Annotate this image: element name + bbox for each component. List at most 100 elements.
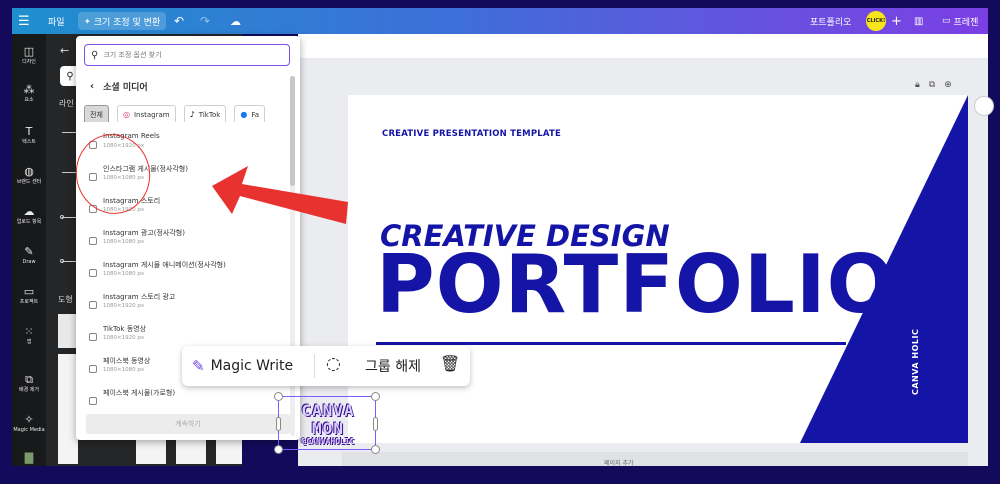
add-page-label: 페이지 추가 — [604, 460, 634, 467]
add-page-bar[interactable] — [342, 452, 968, 466]
facebook-icon: ● — [240, 110, 248, 119]
magic-write-button[interactable]: ✎ Magic Write — [192, 346, 293, 386]
elements-icon: ⁂ — [23, 83, 35, 96]
back-arrow-icon[interactable]: ← — [60, 44, 69, 57]
rail-item-magic-media[interactable]: ✧ Magic Media — [12, 414, 46, 434]
search-icon: ⚲ — [91, 49, 99, 61]
line-endpoint-icon — [60, 259, 64, 263]
logo-line-1: CANVA — [301, 401, 355, 420]
line-endpoint-icon — [60, 215, 64, 219]
magic-media-icon: ✧ — [24, 413, 34, 426]
list-item[interactable]: Instagram 스토리 광고 1080×1920 px — [88, 292, 288, 322]
avatar[interactable]: CLICK! — [866, 11, 886, 31]
instagram-icon: ◎ — [122, 110, 130, 119]
checkbox[interactable] — [89, 237, 97, 245]
refresh-icon[interactable] — [974, 96, 994, 116]
resize-handle[interactable] — [371, 445, 380, 454]
category-chips: 전체 ◎ Instagram ♪ TikTok ● Fa — [84, 102, 280, 122]
resize-button[interactable]: ✦ 크기 조정 및 변환 — [78, 12, 167, 30]
add-page-icon[interactable]: ⊕ — [944, 80, 952, 90]
side-handle[interactable] — [373, 417, 378, 431]
chip-tiktok[interactable]: ♪ TikTok — [183, 104, 227, 122]
cloud-upload-icon: ☁ — [23, 205, 35, 218]
divider-line[interactable] — [376, 342, 846, 345]
undo-icon[interactable]: ↶ — [174, 8, 184, 34]
scroll-thumb[interactable] — [290, 76, 295, 186]
rail-item-text[interactable]: T 텍스트 — [12, 126, 46, 146]
chip-all[interactable]: 전체 — [84, 105, 109, 122]
sparkle-icon: ✦ — [84, 16, 91, 26]
apps-icon: ⁙ — [24, 325, 34, 338]
lock-icon[interactable]: 🔒︎ — [915, 80, 920, 90]
present-icon: ▭ — [942, 16, 951, 26]
trash-icon[interactable]: 🗑︎ — [440, 354, 460, 373]
checkbox[interactable] — [89, 269, 97, 277]
toolbar-divider — [314, 354, 315, 378]
present-label: 프레젠 — [953, 17, 979, 28]
logo-line-2: MON — [312, 419, 344, 438]
resize-handle[interactable] — [371, 392, 380, 401]
list-item[interactable]: 페이스북 게시물(가로형) — [88, 388, 288, 406]
lines-heading: 라인 — [59, 99, 74, 108]
shapes-heading: 도형 — [58, 295, 73, 304]
section-title: 소셜 미디어 — [103, 83, 148, 93]
rail-item-apps[interactable]: ⁙ 앱 — [12, 326, 46, 346]
resize-label: 크기 조정 및 변환 — [93, 17, 161, 28]
checkbox[interactable] — [89, 397, 97, 405]
resize-handle[interactable] — [274, 392, 283, 401]
file-menu[interactable]: 파일 — [48, 8, 65, 34]
thumbnail-icon[interactable]: ▇ — [12, 452, 46, 465]
chip-facebook[interactable]: ● Fa — [234, 104, 266, 122]
vertical-brand-text[interactable]: CANVA HOLIC — [911, 329, 920, 395]
page-tools: 🔒︎ ⧉ ⊕ — [915, 80, 961, 90]
slide-canvas[interactable]: CREATIVE PRESENTATION TEMPLATE CREATIVE … — [348, 95, 968, 443]
slide-tagline[interactable]: CREATIVE PRESENTATION TEMPLATE — [382, 129, 561, 139]
add-member-icon[interactable]: + — [891, 8, 902, 34]
cloud-save-icon[interactable]: ☁ — [230, 8, 241, 34]
list-item[interactable]: Instagram 게시물 애니메이션(정사각형) 1080×1080 px — [88, 260, 288, 290]
ungroup-button[interactable]: 그룹 해제 — [365, 346, 421, 386]
resize-search-field[interactable]: ⚲ — [84, 44, 290, 66]
social-media-back[interactable]: ‹ 소셜 미디어 — [90, 80, 148, 93]
chevron-left-icon: ‹ — [90, 81, 95, 92]
insights-icon[interactable]: ▥ — [914, 8, 923, 34]
shape-option[interactable] — [58, 354, 78, 464]
add-comment-icon[interactable]: ◌ — [326, 354, 341, 374]
chip-instagram[interactable]: ◎ Instagram — [116, 104, 176, 122]
logo-line-3: @CANVAHOLIC — [301, 437, 355, 446]
checkbox[interactable] — [89, 365, 97, 373]
brand-icon: ◍ — [24, 165, 34, 178]
tiktok-icon: ♪ — [189, 110, 195, 119]
document-title[interactable]: 포트폴리오 — [810, 8, 851, 34]
context-toolbar — [298, 34, 988, 58]
checkbox[interactable] — [89, 333, 97, 341]
slide-title[interactable]: PORTFOLIO — [376, 243, 896, 327]
bg-remove-icon: ⧉ — [25, 373, 33, 386]
hamburger-menu-icon[interactable]: ☰ — [18, 8, 30, 34]
resize-handle[interactable] — [274, 445, 283, 454]
side-handle[interactable] — [276, 417, 281, 431]
draw-icon: ✎ — [24, 245, 34, 258]
magic-wand-icon: ✎ — [192, 357, 205, 375]
side-rail: ◫ 디자인 ⁂ 요소 T 텍스트 ◍ 브랜드 센터 ☁ 업로드 항목 ✎ Draw ▭ 프로젝… — [12, 34, 46, 466]
rail-item-bg-remove[interactable]: ⧉ 배경 제거 — [12, 374, 46, 394]
checkbox[interactable] — [89, 301, 97, 309]
redo-icon[interactable]: ↷ — [200, 8, 210, 34]
selected-logo-element[interactable]: CANVA MON @CANVAHOLIC — [274, 392, 380, 454]
rail-item-projects[interactable]: ▭ 프로젝트 — [12, 286, 46, 306]
continue-button[interactable]: 계속하기 — [86, 414, 290, 434]
magic-write-label: Magic Write — [210, 358, 294, 374]
list-item[interactable]: Instagram 광고(정사각형) 1080×1080 px — [88, 228, 288, 258]
top-toolbar: ☰ 파일 ✦ 크기 조정 및 변환 ↶ ↷ ☁ 포트폴리오 CLICK! + ▥… — [12, 8, 988, 34]
layout-icon: ◫ — [23, 45, 35, 58]
rail-item-design[interactable]: ◫ 디자인 — [12, 46, 46, 66]
rail-item-draw[interactable]: ✎ Draw — [12, 246, 46, 266]
text-icon: T — [25, 125, 33, 138]
rail-item-brand[interactable]: ◍ 브랜드 센터 — [12, 166, 46, 186]
present-button[interactable]: ▭ 프레젠 — [942, 8, 978, 34]
resize-search-input[interactable] — [103, 51, 274, 59]
floating-toolbar: ✎ Magic Write ◌ 그룹 해제 🗑︎ — [182, 346, 470, 386]
duplicate-icon[interactable]: ⧉ — [929, 80, 935, 90]
rail-item-elements[interactable]: ⁂ 요소 — [12, 84, 46, 104]
rail-item-uploads[interactable]: ☁ 업로드 항목 — [12, 206, 46, 226]
